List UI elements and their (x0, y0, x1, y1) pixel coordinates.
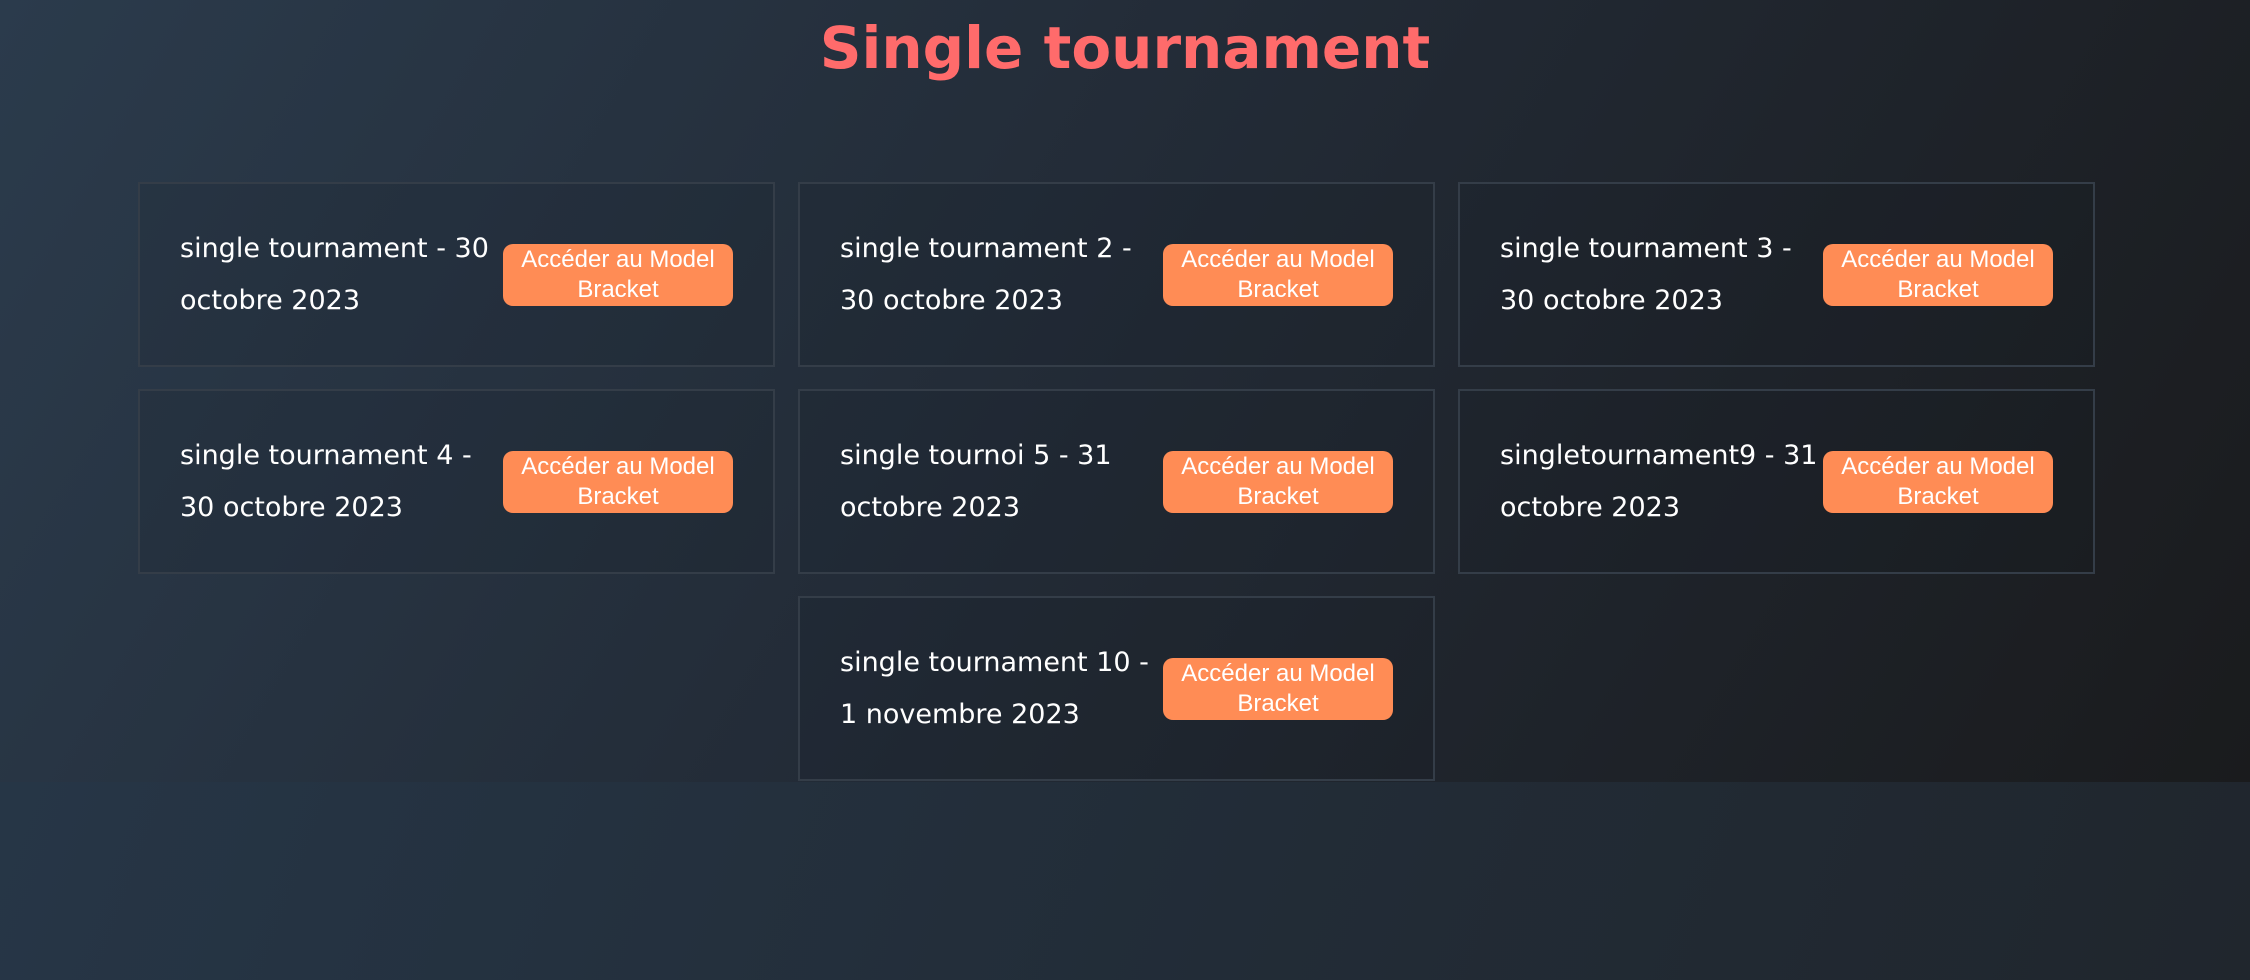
tournament-card: single tournament 3 - 30 octobre 2023 Acc… (1458, 182, 2095, 367)
tournament-name: single tournament 4 - 30 octobre 2023 (180, 439, 472, 523)
page-title: Single tournament (819, 14, 1431, 82)
open-model-bracket-button[interactable]: Accéder au Model Bracket (1163, 450, 1393, 513)
page: Single tournament single tournament - 30… (0, 0, 2250, 782)
tournament-name: singletournament9 - 31 octobre 2023 (1500, 439, 1818, 523)
tournament-card: single tournament 2 - 30 octobre 2023 Acc… (798, 182, 1435, 367)
tournament-name: single tournament 10 - 1 novembre 2023 (840, 646, 1149, 730)
open-model-bracket-button[interactable]: Accéder au Model Bracket (1163, 243, 1393, 306)
tournament-card: single tournament 10 - 1 novembre 2023 Ac… (798, 596, 1435, 781)
tournament-name: single tournament 2 - 30 octobre 2023 (840, 232, 1132, 316)
tournament-card: single tournament - 30 octobre 2023 Accéd… (138, 182, 775, 367)
open-model-bracket-button[interactable]: Accéder au Model Bracket (1823, 243, 2053, 306)
tournament-name: single tournoi 5 - 31 octobre 2023 (840, 439, 1112, 523)
open-model-bracket-button[interactable]: Accéder au Model Bracket (503, 450, 733, 513)
tournament-name: single tournament - 30 octobre 2023 (180, 232, 489, 316)
tournament-card: single tournament 4 - 30 octobre 2023 Acc… (138, 389, 775, 574)
tournament-card: single tournoi 5 - 31 octobre 2023 Accéde… (798, 389, 1435, 574)
tournament-name: single tournament 3 - 30 octobre 2023 (1500, 232, 1792, 316)
open-model-bracket-button[interactable]: Accéder au Model Bracket (1163, 657, 1393, 720)
tournament-grid: single tournament - 30 octobre 2023 Accéd… (138, 182, 2095, 781)
tournament-card: singletournament9 - 31 octobre 2023 Accéd… (1458, 389, 2095, 574)
open-model-bracket-button[interactable]: Accéder au Model Bracket (503, 243, 733, 306)
open-model-bracket-button[interactable]: Accéder au Model Bracket (1823, 450, 2053, 513)
